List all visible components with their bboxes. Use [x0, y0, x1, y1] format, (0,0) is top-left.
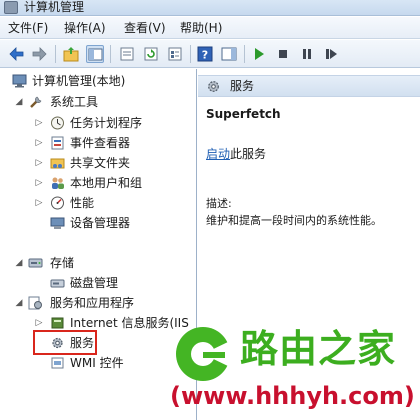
- restart-icon[interactable]: [322, 45, 340, 63]
- users-icon: [50, 176, 65, 190]
- help-icon[interactable]: ?: [196, 45, 214, 63]
- tree-item-shared-folders[interactable]: ▷ 共享文件夹: [0, 153, 196, 173]
- tree-item-task-scheduler[interactable]: ▷ 任务计划程序: [0, 113, 196, 133]
- collapse-arrow-icon[interactable]: ◢: [14, 253, 24, 273]
- tools-icon: [28, 95, 43, 109]
- collapse-arrow-icon[interactable]: ◢: [14, 92, 24, 112]
- start-service-row: 启动此服务: [206, 145, 266, 162]
- toolbar-separator: [110, 45, 111, 63]
- disk-icon: [50, 276, 65, 290]
- tree-label-storage: 存储: [50, 256, 75, 270]
- expand-arrow-icon[interactable]: ▷: [34, 113, 44, 133]
- router-home-logo-icon: [172, 323, 234, 385]
- tree-label-device-manager: 设备管理器: [70, 216, 131, 230]
- console-tree-icon[interactable]: [86, 45, 104, 63]
- watermark-url: (www.hhhyh.com): [170, 382, 415, 410]
- forward-arrow-icon[interactable]: [30, 45, 48, 63]
- tree-label-local-users: 本地用户和组: [70, 176, 143, 190]
- stop-icon[interactable]: [274, 45, 292, 63]
- menu-action[interactable]: 操作(A): [64, 20, 106, 36]
- description-label: 描述:: [206, 197, 232, 210]
- tree-item-storage[interactable]: ◢ 存储: [0, 253, 196, 273]
- toolbar-separator: [244, 45, 245, 63]
- refresh-icon[interactable]: [142, 45, 160, 63]
- play-icon[interactable]: [250, 45, 268, 63]
- services-apps-icon: [28, 296, 43, 310]
- computer-management-icon: [4, 1, 18, 14]
- tree-item-iis[interactable]: ▷ Internet 信息服务(IIS: [0, 313, 196, 333]
- tree-label-wmi: WMI 控件: [70, 356, 124, 370]
- tree-item-system-tools[interactable]: ◢ 系统工具: [0, 92, 196, 112]
- tree-label-disk-management: 磁盘管理: [70, 276, 119, 290]
- gear-icon: [206, 79, 221, 94]
- details-header: 服务: [198, 75, 420, 97]
- pause-icon[interactable]: [298, 45, 316, 63]
- menu-view[interactable]: 查看(V): [124, 20, 166, 36]
- tree-item-performance[interactable]: ▷ 性能: [0, 193, 196, 213]
- iis-icon: [50, 316, 65, 330]
- toolbar-separator: [55, 45, 56, 63]
- folder-up-icon[interactable]: [62, 45, 80, 63]
- tree-label-shared-folders: 共享文件夹: [70, 156, 131, 170]
- export-icon[interactable]: [118, 45, 136, 63]
- expand-arrow-icon[interactable]: ▷: [34, 173, 44, 193]
- event-log-icon: [50, 136, 65, 150]
- svg-text:?: ?: [202, 49, 208, 62]
- collapse-arrow-icon[interactable]: ◢: [14, 293, 24, 313]
- title-bar: 计算机管理: [0, 0, 420, 16]
- tree-item-local-users[interactable]: ▷ 本地用户和组: [0, 173, 196, 193]
- menu-bar: 文件(F) 操作(A) 查看(V) 帮助(H): [0, 17, 420, 39]
- storage-icon: [28, 256, 43, 270]
- menu-help[interactable]: 帮助(H): [180, 20, 222, 36]
- tree-label-task-scheduler: 任务计划程序: [70, 116, 143, 130]
- properties-icon[interactable]: [166, 45, 184, 63]
- console-tree: 计算机管理(本地) ◢ 系统工具 ▷ 任务计划程序 ▷ 事件查看器 ▷ 共享文件…: [0, 69, 197, 420]
- computer-icon: [12, 74, 27, 88]
- tree-item-services-apps[interactable]: ◢ 服务和应用程序: [0, 293, 196, 313]
- tree-label-event-viewer: 事件查看器: [70, 136, 131, 150]
- toolbar-separator: [190, 45, 191, 63]
- tree-label-system-tools: 系统工具: [50, 95, 99, 109]
- expand-arrow-icon[interactable]: ▷: [34, 153, 44, 173]
- back-arrow-icon[interactable]: [8, 45, 26, 63]
- expand-arrow-icon[interactable]: ▷: [34, 193, 44, 213]
- expand-arrow-icon[interactable]: ▷: [34, 133, 44, 153]
- tree-item-event-viewer[interactable]: ▷ 事件查看器: [0, 133, 196, 153]
- device-manager-icon: [50, 216, 65, 230]
- shared-folder-icon: [50, 156, 65, 170]
- services-highlight-box: [33, 330, 97, 355]
- clock-icon: [50, 116, 65, 130]
- wmi-icon: [50, 356, 65, 370]
- tree-item-disk-management[interactable]: 磁盘管理: [0, 273, 196, 293]
- performance-icon: [50, 196, 65, 210]
- action-pane-icon[interactable]: [220, 45, 238, 63]
- details-header-title: 服务: [230, 79, 255, 93]
- start-service-suffix: 此服务: [230, 147, 267, 161]
- toolbar: ?: [0, 40, 420, 68]
- start-service-link[interactable]: 启动: [206, 147, 230, 161]
- description-text: 维护和提高一段时间内的系统性能。: [206, 214, 382, 227]
- tree-item-wmi[interactable]: WMI 控件: [0, 353, 196, 373]
- tree-item-device-manager[interactable]: 设备管理器: [0, 213, 196, 233]
- menu-file[interactable]: 文件(F): [8, 20, 48, 36]
- watermark-brand: 路由之家: [240, 327, 397, 371]
- tree-item-root[interactable]: 计算机管理(本地): [0, 71, 196, 91]
- tree-item-services[interactable]: 服务: [0, 333, 196, 353]
- tree-label-root: 计算机管理(本地): [32, 74, 126, 88]
- tree-label-performance: 性能: [70, 196, 95, 210]
- window-title: 计算机管理: [24, 0, 85, 14]
- tree-label-services-apps: 服务和应用程序: [50, 296, 135, 310]
- service-name: Superfetch: [206, 107, 281, 121]
